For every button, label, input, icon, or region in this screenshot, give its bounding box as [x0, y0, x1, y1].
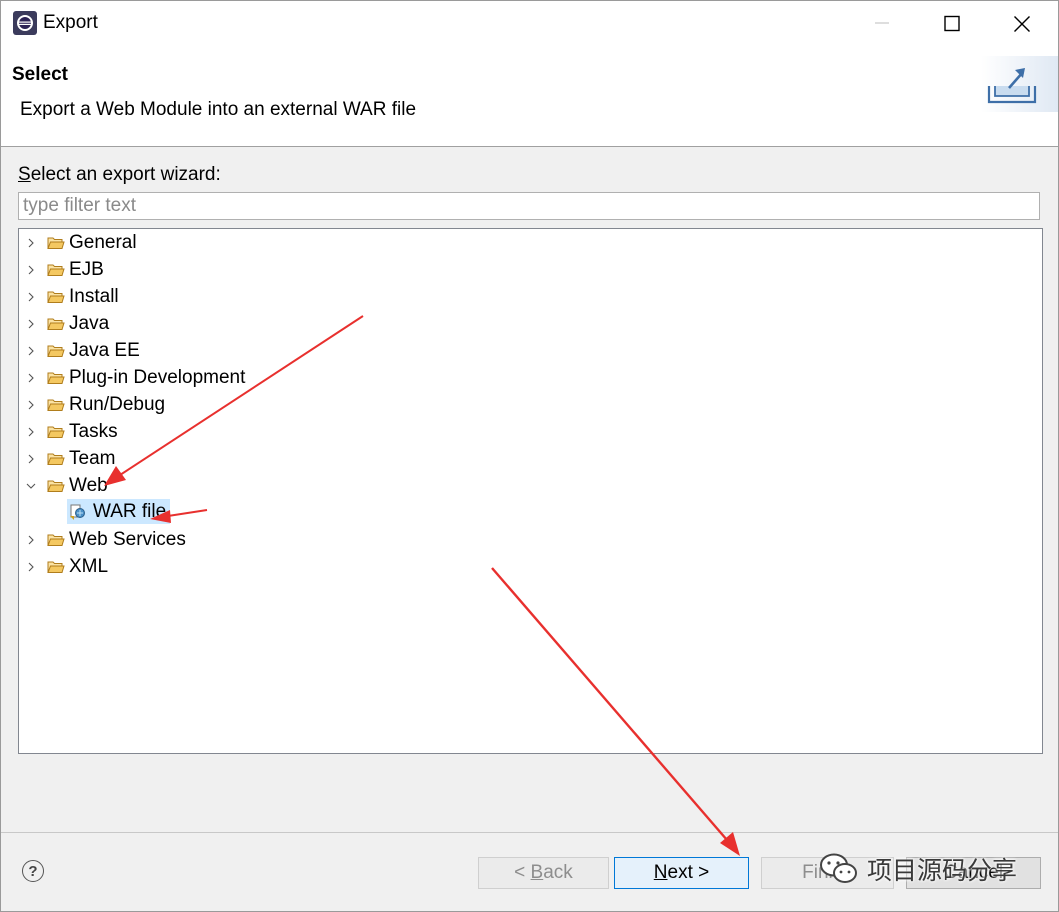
- folder-icon: [47, 561, 65, 573]
- next-mnemonic: N: [653, 862, 668, 883]
- folder-icon: [47, 345, 65, 357]
- export-tray-icon: [981, 56, 1058, 112]
- next-button[interactable]: Next >: [614, 857, 749, 889]
- tree-item-war-file[interactable]: WAR file: [67, 498, 171, 525]
- chevron-right-icon[interactable]: [25, 426, 37, 438]
- chevron-right-icon[interactable]: [25, 264, 37, 276]
- chevron-right-icon[interactable]: [25, 318, 37, 330]
- filter-label-mnemonic: S: [18, 164, 31, 185]
- tree-item-label: Run/Debug: [69, 393, 166, 415]
- tree-item-label: Web Services: [69, 528, 186, 550]
- folder-icon: [47, 318, 65, 330]
- tree-item-label: XML: [69, 555, 109, 577]
- back-mnemonic: B: [530, 862, 544, 883]
- filter-label: Select an export wizard:: [18, 164, 221, 186]
- folder-icon: [47, 534, 65, 546]
- tree-item-team[interactable]: Team: [25, 445, 115, 472]
- folder-icon: [47, 399, 65, 411]
- tree-item-java-ee[interactable]: Java EE: [25, 337, 140, 364]
- tree-item-install[interactable]: Install: [25, 283, 119, 310]
- chevron-right-icon[interactable]: [25, 453, 37, 465]
- page-description: Export a Web Module into an external WAR…: [20, 99, 417, 120]
- tree-item-web[interactable]: Web: [25, 472, 108, 499]
- eclipse-icon: [13, 11, 37, 35]
- war-file-icon: [70, 504, 85, 520]
- tree-item-general[interactable]: General: [25, 229, 137, 256]
- chevron-right-icon[interactable]: [25, 345, 37, 357]
- finish-button[interactable]: Finish: [761, 857, 894, 889]
- help-icon: ?: [28, 862, 38, 880]
- chevron-right-icon[interactable]: [25, 372, 37, 384]
- tree-item-label: Java: [69, 312, 110, 334]
- finish-label: Finish: [802, 862, 853, 883]
- tree-item-label: Plug-in Development: [69, 366, 246, 388]
- help-button[interactable]: ?: [22, 860, 44, 882]
- cancel-label: Cancel: [943, 862, 1004, 883]
- back-label: ack: [543, 862, 573, 883]
- tree-item-label: Java EE: [69, 339, 140, 361]
- back-button[interactable]: < Back: [478, 857, 609, 889]
- chevron-right-icon[interactable]: [25, 237, 37, 249]
- title-bar[interactable]: Export: [1, 1, 1058, 46]
- page-title: Select: [12, 64, 68, 85]
- cancel-button[interactable]: Cancel: [906, 857, 1041, 889]
- tree-item-label: EJB: [69, 258, 104, 280]
- close-button[interactable]: [987, 1, 1057, 46]
- filter-input[interactable]: [18, 192, 1040, 220]
- minimize-icon: [875, 22, 889, 24]
- tree-item-xml[interactable]: XML: [25, 553, 108, 580]
- tree-item-plug-in-development[interactable]: Plug-in Development: [25, 364, 245, 391]
- folder-icon: [47, 426, 65, 438]
- folder-icon: [47, 453, 65, 465]
- folder-icon: [47, 264, 65, 276]
- tree-item-java[interactable]: Java: [25, 310, 109, 337]
- filter-label-text: elect an export wizard:: [30, 164, 221, 185]
- chevron-right-icon[interactable]: [25, 561, 37, 573]
- chevron-right-icon[interactable]: [25, 291, 37, 303]
- chevron-down-icon[interactable]: [25, 480, 37, 492]
- wizard-tree[interactable]: General EJB Install Java Java EE Plug-in…: [18, 228, 1043, 754]
- selection-highlight[interactable]: WAR file: [67, 499, 171, 524]
- tree-item-label: General: [69, 231, 137, 253]
- folder-icon: [47, 237, 65, 249]
- footer-divider: [1, 832, 1058, 833]
- maximize-button[interactable]: [917, 1, 987, 46]
- tree-item-label: WAR file: [93, 500, 167, 522]
- wizard-header: Select Export a Web Module into an exter…: [1, 46, 1058, 147]
- tree-item-label: Tasks: [69, 420, 118, 442]
- close-icon: [1014, 16, 1030, 32]
- tree-item-run-debug[interactable]: Run/Debug: [25, 391, 165, 418]
- export-dialog: Export Select Export a Web Module into a…: [0, 0, 1059, 912]
- window-title: Export: [43, 12, 98, 33]
- minimize-button[interactable]: [847, 1, 917, 46]
- chevron-right-icon[interactable]: [25, 534, 37, 546]
- next-label: ext >: [667, 862, 710, 883]
- tree-item-web-services[interactable]: Web Services: [25, 526, 186, 553]
- tree-item-label: Install: [69, 285, 119, 307]
- tree-item-label: Web: [69, 474, 108, 496]
- folder-icon: [47, 291, 65, 303]
- folder-open-icon: [47, 480, 65, 492]
- maximize-icon: [944, 15, 960, 32]
- back-prefix: <: [514, 862, 531, 883]
- folder-icon: [47, 372, 65, 384]
- tree-item-label: Team: [69, 447, 116, 469]
- tree-item-ejb[interactable]: EJB: [25, 256, 104, 283]
- tree-item-tasks[interactable]: Tasks: [25, 418, 118, 445]
- chevron-right-icon[interactable]: [25, 399, 37, 411]
